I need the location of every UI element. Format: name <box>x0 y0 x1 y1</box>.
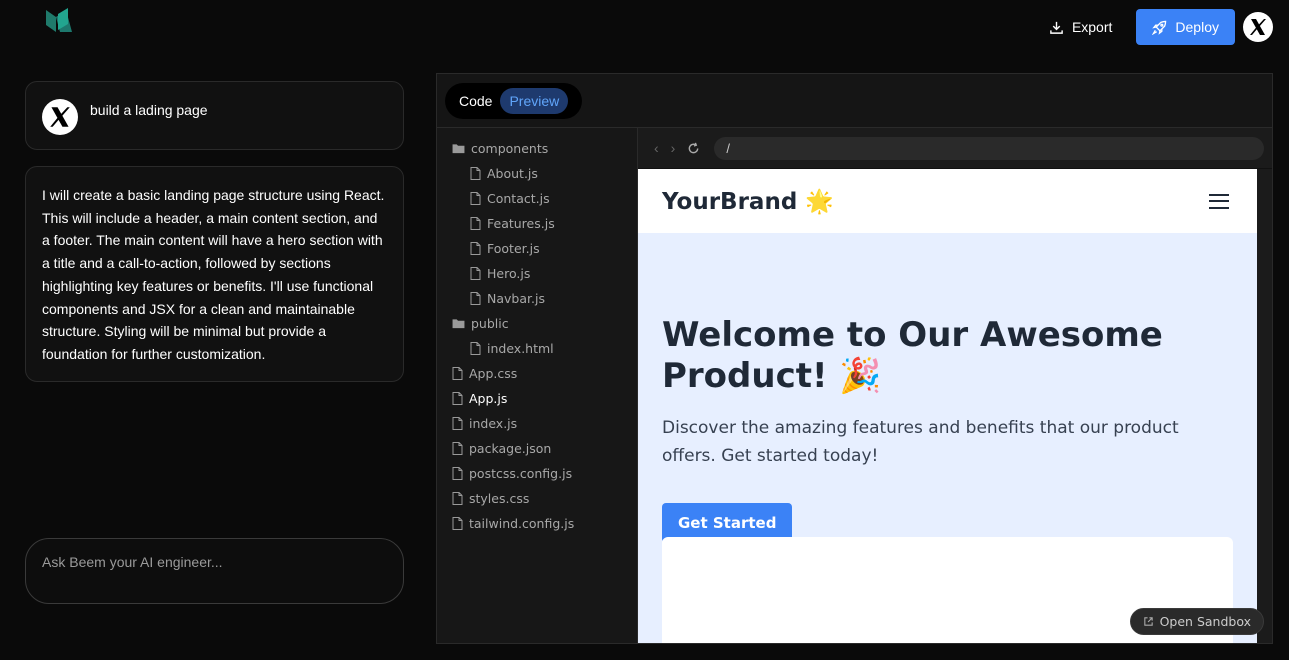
file-icon <box>452 367 463 380</box>
file-label: postcss.config.js <box>469 466 573 481</box>
file-icon <box>470 217 481 230</box>
chat-input-box[interactable] <box>25 538 404 604</box>
file-label: index.html <box>487 341 554 356</box>
file-item[interactable]: index.html <box>437 336 637 361</box>
x-logo-icon <box>1250 19 1266 35</box>
folder-item[interactable]: components <box>437 136 637 161</box>
preview-navbar: YourBrand 🌟 <box>638 169 1257 233</box>
file-icon <box>452 392 463 405</box>
rocket-icon <box>1152 20 1167 35</box>
file-explorer: components About.js Contact.js Features.js F… <box>437 128 638 643</box>
file-icon <box>470 342 481 355</box>
download-icon <box>1050 21 1063 34</box>
file-icon <box>470 192 481 205</box>
file-item[interactable]: Hero.js <box>437 261 637 286</box>
file-label: package.json <box>469 441 552 456</box>
file-label: App.css <box>469 366 518 381</box>
file-icon <box>452 492 463 505</box>
file-icon <box>470 267 481 280</box>
folder-item[interactable]: public <box>437 311 637 336</box>
file-label: Features.js <box>487 216 555 231</box>
file-icon <box>470 292 481 305</box>
preview-browser: ‹ › / YourBrand 🌟 Welcome to Our Awesome… <box>638 128 1272 643</box>
file-item[interactable]: tailwind.config.js <box>437 511 637 536</box>
file-item[interactable]: Navbar.js <box>437 286 637 311</box>
user-message: build a lading page <box>25 81 404 150</box>
hero-title: Welcome to Our Awesome Product! 🎉 <box>662 315 1163 396</box>
file-item[interactable]: Footer.js <box>437 236 637 261</box>
file-label: App.js <box>469 391 508 406</box>
file-item[interactable]: styles.css <box>437 486 637 511</box>
file-item[interactable]: Features.js <box>437 211 637 236</box>
forward-icon[interactable]: › <box>671 140 676 156</box>
tab-code[interactable]: Code <box>459 93 492 109</box>
back-icon[interactable]: ‹ <box>654 140 659 156</box>
file-item[interactable]: postcss.config.js <box>437 461 637 486</box>
export-button[interactable]: Export <box>1033 9 1128 45</box>
file-item[interactable]: App.css <box>437 361 637 386</box>
url-text: / <box>726 140 730 156</box>
hamburger-menu-icon[interactable] <box>1209 193 1229 209</box>
folder-icon <box>452 144 465 154</box>
file-icon <box>452 442 463 455</box>
browser-toolbar: ‹ › / <box>638 128 1272 169</box>
tab-preview[interactable]: Preview <box>500 87 569 114</box>
assistant-message: I will create a basic landing page struc… <box>25 166 404 382</box>
workspace-panel: Code Preview components About.js Contact.js… <box>436 73 1273 644</box>
preview-hero: Welcome to Our Awesome Product! 🎉 Discov… <box>638 233 1257 543</box>
open-sandbox-button[interactable]: Open Sandbox <box>1129 608 1264 635</box>
file-label: public <box>471 316 509 331</box>
chat-input[interactable] <box>42 554 387 570</box>
workspace-header: Code Preview <box>437 74 1272 128</box>
refresh-icon[interactable] <box>687 142 700 155</box>
export-label: Export <box>1071 19 1113 35</box>
file-item[interactable]: Contact.js <box>437 186 637 211</box>
app-preview: YourBrand 🌟 Welcome to Our Awesome Produ… <box>638 169 1257 643</box>
hero-subtitle: Discover the amazing features and benefi… <box>662 418 1179 466</box>
user-avatar[interactable] <box>1243 12 1273 42</box>
file-icon <box>452 517 463 530</box>
file-label: tailwind.config.js <box>469 516 575 531</box>
app-logo <box>46 8 72 32</box>
file-label: index.js <box>469 416 518 431</box>
file-item[interactable]: About.js <box>437 161 637 186</box>
file-label: components <box>471 141 549 156</box>
file-label: About.js <box>487 166 538 181</box>
external-link-icon <box>1143 617 1153 626</box>
folder-icon <box>452 319 465 329</box>
file-item[interactable]: package.json <box>437 436 637 461</box>
file-icon <box>470 242 481 255</box>
open-sandbox-label: Open Sandbox <box>1159 614 1251 629</box>
user-message-text: build a lading page <box>90 102 208 118</box>
x-logo-icon <box>50 107 70 127</box>
file-icon <box>452 467 463 480</box>
file-label: Contact.js <box>487 191 550 206</box>
view-toggle: Code Preview <box>445 82 583 119</box>
topbar-actions: Export Deploy <box>1033 9 1273 45</box>
file-label: Footer.js <box>487 241 540 256</box>
user-message-avatar <box>42 99 78 135</box>
url-bar[interactable]: / <box>714 136 1264 160</box>
file-item[interactable]: App.js <box>437 386 637 411</box>
file-label: Hero.js <box>487 266 531 281</box>
deploy-button[interactable]: Deploy <box>1136 9 1235 45</box>
file-item[interactable]: index.js <box>437 411 637 436</box>
file-icon <box>470 167 481 180</box>
deploy-label: Deploy <box>1175 19 1219 35</box>
file-label: styles.css <box>469 491 530 506</box>
file-label: Navbar.js <box>487 291 545 306</box>
file-icon <box>452 417 463 430</box>
preview-brand[interactable]: YourBrand 🌟 <box>662 188 834 215</box>
